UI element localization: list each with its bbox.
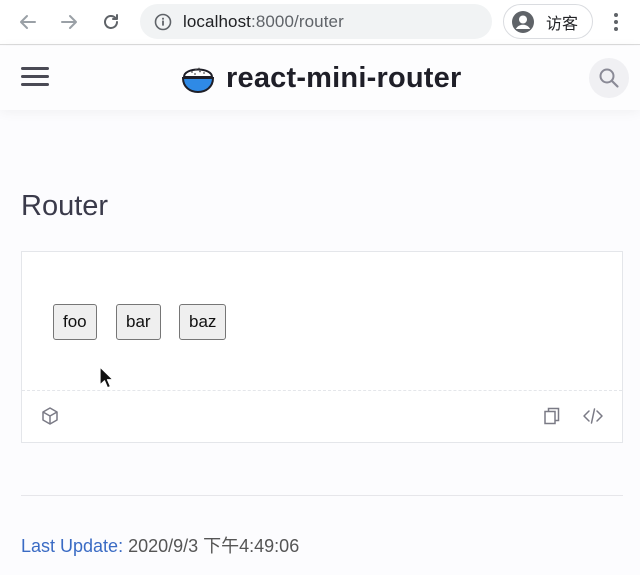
mouse-cursor-icon [99, 366, 114, 389]
footer-divider [21, 495, 623, 496]
copy-icon [544, 407, 560, 425]
open-sandbox-button[interactable] [39, 405, 61, 427]
last-update: Last Update: 2020/9/3 下午4:49:06 [21, 532, 299, 558]
url-host: localhost [183, 11, 251, 31]
avatar-icon [512, 10, 534, 33]
last-update-label: Last Update: [21, 536, 124, 556]
brand[interactable]: react-mini-router [180, 60, 461, 96]
search-icon [599, 68, 619, 88]
site-title: react-mini-router [226, 61, 462, 94]
info-icon[interactable] [154, 13, 172, 31]
hamburger-icon[interactable] [21, 67, 49, 89]
cube-icon [42, 407, 58, 425]
demo-block: foo bar baz [21, 251, 623, 443]
profile-name: 访客 [546, 15, 579, 33]
browser-menu-button[interactable] [606, 10, 626, 34]
reload-icon [104, 14, 118, 29]
more-vertical-icon [614, 13, 618, 31]
copy-code-button[interactable] [541, 405, 563, 427]
reload-button[interactable] [98, 9, 124, 35]
code-icon [583, 408, 603, 424]
arrow-left-icon [20, 15, 36, 29]
show-code-button[interactable] [582, 405, 604, 427]
back-button[interactable] [15, 9, 41, 35]
last-update-value: 2020/9/3 下午4:49:06 [128, 536, 300, 556]
page-title: Router [21, 190, 109, 222]
url-path: :8000/router [251, 11, 344, 31]
bar-button[interactable]: bar [116, 304, 161, 340]
demo-actions [22, 391, 622, 442]
baz-button[interactable]: baz [179, 304, 227, 340]
address-bar[interactable]: localhost:8000/router [140, 4, 492, 39]
search-button[interactable] [589, 58, 629, 98]
rice-bowl-logo-icon [181, 67, 215, 94]
site-header: react-mini-router [0, 46, 640, 110]
profile-button[interactable]: 访客 [503, 4, 593, 39]
url-text: localhost:8000/router [183, 12, 344, 32]
foo-button[interactable]: foo [53, 304, 97, 340]
forward-button[interactable] [56, 9, 82, 35]
browser-toolbar: localhost:8000/router 访客 [0, 0, 640, 45]
arrow-right-icon [61, 15, 77, 29]
